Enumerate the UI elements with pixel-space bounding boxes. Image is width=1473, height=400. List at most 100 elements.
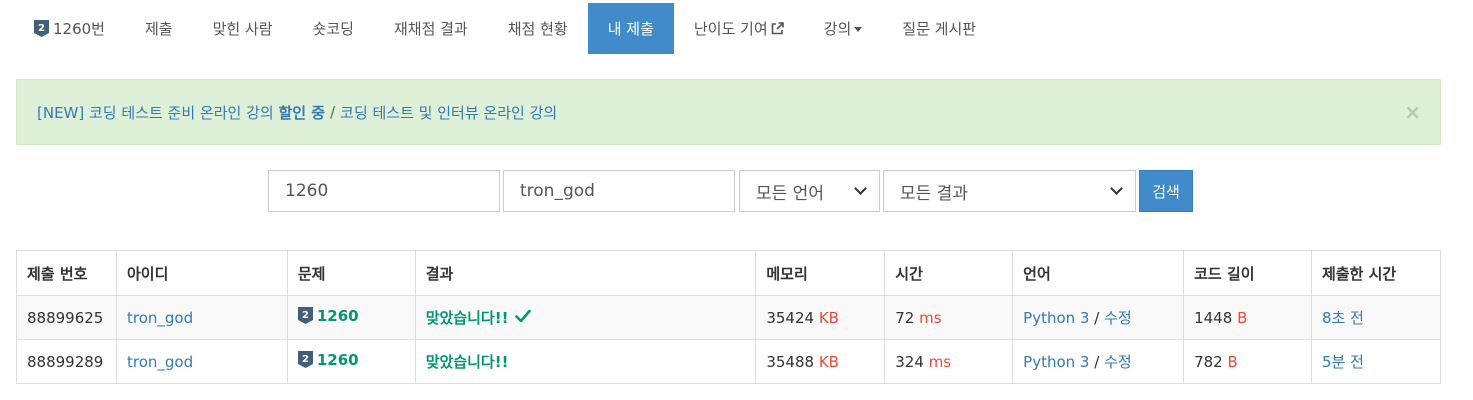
caret-down-icon <box>854 27 863 32</box>
submission-id: 88899289 <box>16 339 117 384</box>
code-length-unit: B <box>1227 352 1238 371</box>
problem-cell: 2 1260 <box>297 350 359 369</box>
tab-my-submissions[interactable]: 내 제출 <box>587 3 674 54</box>
tab-short-coding[interactable]: 숏코딩 <box>293 3 374 54</box>
alert-discount: 할인 중 <box>278 103 326 122</box>
submission-id: 88899625 <box>16 295 117 340</box>
column-header-code-length: 코드 길이 <box>1183 250 1312 296</box>
memory-cell: 35488 KB <box>755 339 886 384</box>
time-cell: 72 ms <box>884 295 1014 340</box>
problem-link[interactable]: 2 1260 <box>286 295 416 340</box>
tab-qna-board-label: 질문 게시판 <box>902 20 977 38</box>
submitted-time: 5분 전 <box>1322 353 1364 371</box>
alert-separator: / <box>330 103 336 121</box>
code-length-unit: B <box>1237 308 1248 327</box>
tab-lectures[interactable]: 강의 <box>804 3 883 54</box>
code-length-cell: 782 B <box>1183 339 1312 384</box>
tab-status[interactable]: 채점 현황 <box>488 3 588 54</box>
result-text: 맞았습니다!! <box>425 353 509 371</box>
language-cell: Python 3 / 수정 <box>1012 295 1185 340</box>
problem-number: 1260 <box>316 350 359 369</box>
alert-prefix: [NEW] 코딩 테스트 준비 온라인 강의 <box>37 103 279 122</box>
user-id: tron_god <box>126 352 194 371</box>
search-button[interactable]: 검색 <box>1139 170 1193 212</box>
result-cell: 맞았습니다!! <box>414 339 757 384</box>
language-link[interactable]: Python 3 <box>1023 353 1089 371</box>
external-link-icon <box>771 22 784 35</box>
alert-link-interview[interactable]: 코딩 테스트 및 인터뷰 온라인 강의 <box>340 102 557 123</box>
column-header-memory: 메모리 <box>755 250 886 296</box>
code-length-value: 782 <box>1194 352 1223 371</box>
user-id-input[interactable]: tron_god <box>503 170 735 212</box>
language-link[interactable]: Python 3 <box>1023 309 1089 327</box>
language-select[interactable]: 모든 언어 <box>739 170 880 212</box>
user-link[interactable]: tron_god <box>115 339 288 384</box>
result-cell: 맞았습니다!! <box>414 295 757 340</box>
tier-badge-number: 2 <box>302 310 309 321</box>
tab-difficulty-contribution-label: 난이도 기여 <box>693 20 768 38</box>
time-unit: ms <box>919 308 942 327</box>
edit-link[interactable]: 수정 <box>1104 353 1132 371</box>
alert-link-lecture[interactable]: [NEW] 코딩 테스트 준비 온라인 강의 할인 중 <box>37 102 325 123</box>
user-link[interactable]: tron_god <box>115 295 288 340</box>
time-cell: 324 ms <box>884 339 1014 384</box>
tier-badge-number: 2 <box>38 23 45 34</box>
memory-unit: KB <box>818 352 839 371</box>
language-cell: Python 3 / 수정 <box>1012 339 1185 384</box>
time-value: 324 <box>895 352 924 371</box>
tier-badge-number: 2 <box>302 354 309 365</box>
time-value: 72 <box>895 308 915 327</box>
time-unit: ms <box>928 352 952 371</box>
tier-badge-icon: 2 <box>297 351 313 369</box>
problem-number: 1260 <box>316 306 359 325</box>
tab-problem[interactable]: 2 1260번 <box>16 3 125 54</box>
memory-cell: 35424 KB <box>755 295 886 340</box>
submitted-time-cell[interactable]: 5분 전 <box>1311 339 1441 384</box>
result-text: 맞았습니다!! <box>425 309 509 327</box>
column-header-time: 시간 <box>884 250 1014 296</box>
problem-link[interactable]: 2 1260 <box>286 339 416 384</box>
tab-rejudge-results[interactable]: 재채점 결과 <box>374 3 488 54</box>
column-header-result: 결과 <box>414 250 757 296</box>
problem-tabs: 2 1260번 제출 맞힌 사람 숏코딩 재채점 결과 채점 현황 내 제출 난… <box>16 3 996 54</box>
column-header-user-id: 아이디 <box>115 250 288 296</box>
user-id: tron_god <box>126 308 194 327</box>
check-icon <box>515 309 532 323</box>
tier-badge-icon: 2 <box>297 307 313 325</box>
column-header-problem: 문제 <box>286 250 416 296</box>
submitted-time-cell[interactable]: 8초 전 <box>1311 295 1441 340</box>
tab-solvers[interactable]: 맞힌 사람 <box>193 3 293 54</box>
result-select[interactable]: 모든 결과 <box>883 170 1136 212</box>
submissions-table: 제출 번호 아이디 문제 결과 메모리 시간 언어 코드 길이 제출한 시간 8… <box>16 250 1441 384</box>
result-select-value: 모든 결과 <box>900 183 968 204</box>
memory-value: 35488 <box>766 352 815 371</box>
tab-status-label: 채점 현황 <box>507 20 568 38</box>
problem-id-input[interactable]: 1260 <box>268 170 500 212</box>
edit-link[interactable]: 수정 <box>1104 309 1132 327</box>
column-header-language: 언어 <box>1012 250 1185 296</box>
tab-submit[interactable]: 제출 <box>125 3 193 54</box>
column-header-submitted-time: 제출한 시간 <box>1311 250 1441 296</box>
submitted-time: 8초 전 <box>1322 309 1364 327</box>
language-select-value: 모든 언어 <box>756 183 824 204</box>
memory-value: 35424 <box>766 308 815 327</box>
tab-problem-label: 1260번 <box>53 20 105 38</box>
memory-unit: KB <box>818 308 839 327</box>
code-length-value: 1448 <box>1194 308 1233 327</box>
problem-cell: 2 1260 <box>297 306 359 325</box>
tab-difficulty-contribution[interactable]: 난이도 기여 <box>674 3 804 54</box>
close-icon[interactable]: × <box>1404 100 1421 124</box>
tab-rejudge-results-label: 재채점 결과 <box>393 20 468 38</box>
tab-short-coding-label: 숏코딩 <box>312 20 354 38</box>
tab-solvers-label: 맞힌 사람 <box>212 20 273 38</box>
table-header-row: 제출 번호 아이디 문제 결과 메모리 시간 언어 코드 길이 제출한 시간 <box>16 250 1441 296</box>
tier-badge-icon: 2 <box>34 20 49 37</box>
table-row: 88899289 tron_god 2 1260 맞았습니다!! 35488 K… <box>16 339 1441 384</box>
chevron-down-icon <box>854 182 867 195</box>
table-row: 88899625 tron_god 2 1260 맞았습니다!! 35424 K… <box>16 295 1441 340</box>
tab-lectures-label: 강의 <box>823 20 852 38</box>
code-length-cell: 1448 B <box>1183 295 1312 340</box>
column-header-submission-id: 제출 번호 <box>16 250 117 296</box>
tab-qna-board[interactable]: 질문 게시판 <box>882 3 996 54</box>
chevron-down-icon <box>1110 182 1123 195</box>
